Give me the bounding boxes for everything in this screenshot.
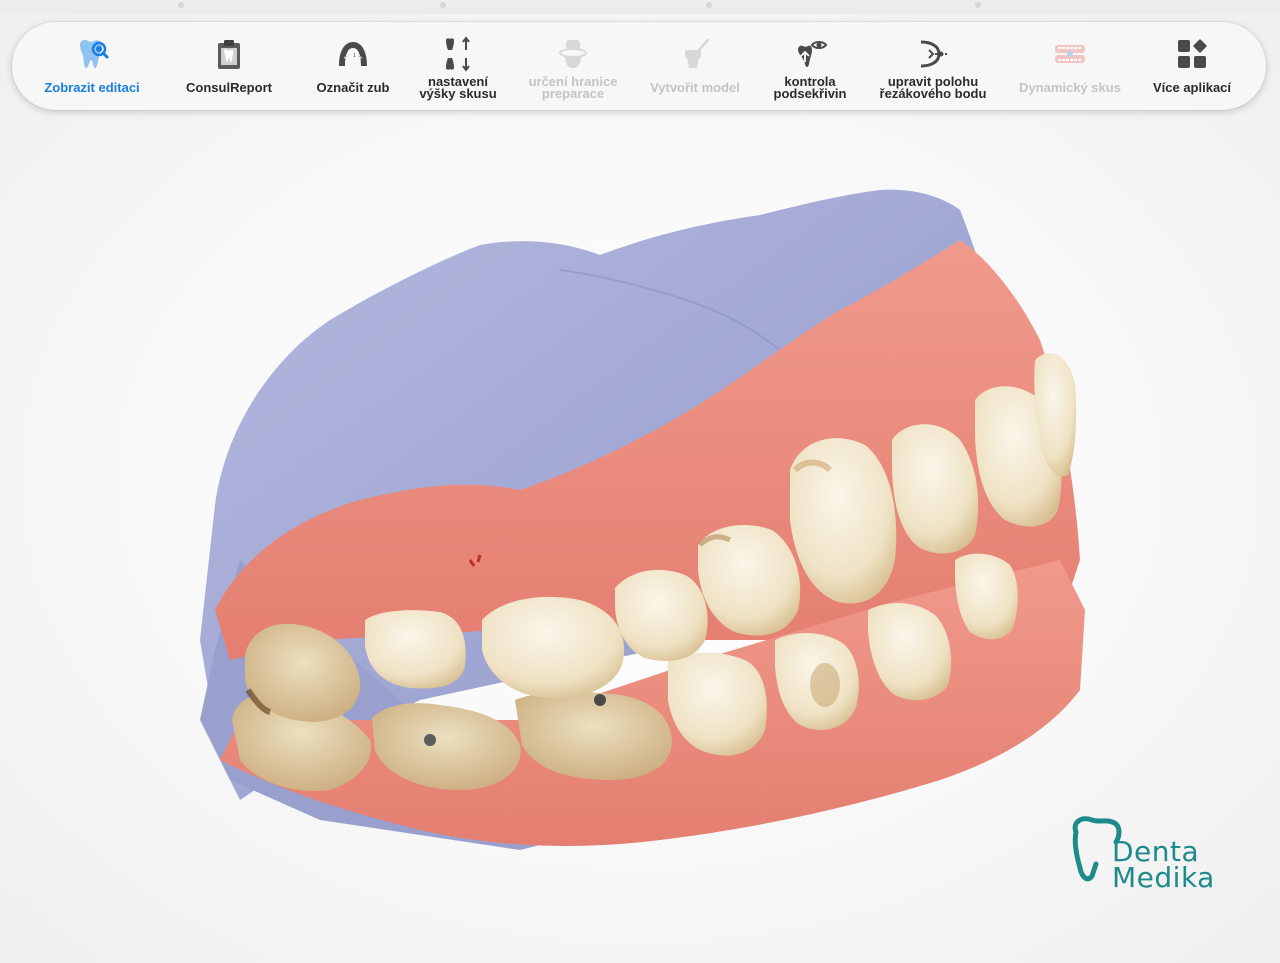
tool-undercut-check[interactable]: kontrola podsekřivin <box>750 22 870 110</box>
svg-text:1: 1 <box>353 53 356 59</box>
tool-consul-report[interactable]: ConsulReport <box>169 22 289 110</box>
tool-label: Více aplikací <box>1152 80 1232 95</box>
tool-incisal-point[interactable]: upravit polohu řezákového bodu <box>873 22 993 110</box>
tool-bite-height[interactable]: nastavení výšky skusu <box>398 22 518 110</box>
bite-height-icon <box>438 34 478 74</box>
undercut-check-icon <box>790 34 830 74</box>
tool-mark-tooth[interactable]: 1 Označit zub <box>293 22 413 110</box>
denta-medika-logo: Denta Medika <box>1066 812 1236 898</box>
tool-label-line2: výšky skusu <box>419 86 497 101</box>
tooth-magnify-icon <box>72 34 112 74</box>
tool-label: Dynamický skus <box>1019 80 1121 95</box>
tool-create-model[interactable]: Vytvořit model <box>635 22 755 110</box>
report-clipboard-icon <box>209 34 249 74</box>
margin-line-icon <box>553 34 593 74</box>
tool-more-apps[interactable]: Více aplikací <box>1132 22 1252 110</box>
more-apps-icon <box>1172 34 1212 74</box>
tool-dynamic-bite[interactable]: Dynamický skus <box>1010 22 1130 110</box>
tool-label: Označit zub <box>316 80 390 95</box>
incisal-point-icon <box>913 34 953 74</box>
tool-margin-line[interactable]: určení hranice preparace <box>513 22 633 110</box>
tool-label-line2: podsekřivin <box>773 86 847 101</box>
create-model-icon <box>675 34 715 74</box>
tool-label-line2: preparace <box>541 86 605 101</box>
tool-show-edit[interactable]: Zobrazit editaci <box>32 22 152 110</box>
dental-arch-icon: 1 <box>333 34 373 74</box>
tool-label: Zobrazit editaci <box>44 80 140 95</box>
tool-label: Vytvořit model <box>650 80 740 95</box>
main-toolbar: Zobrazit editaci ConsulReport 1 Označit … <box>12 22 1266 110</box>
top-strip <box>0 0 1280 14</box>
dynamic-bite-icon <box>1050 34 1090 74</box>
tool-label-line2: řezákového bodu <box>879 86 987 101</box>
logo-line2: Medika <box>1112 861 1215 894</box>
tool-label: ConsulReport <box>186 80 272 95</box>
